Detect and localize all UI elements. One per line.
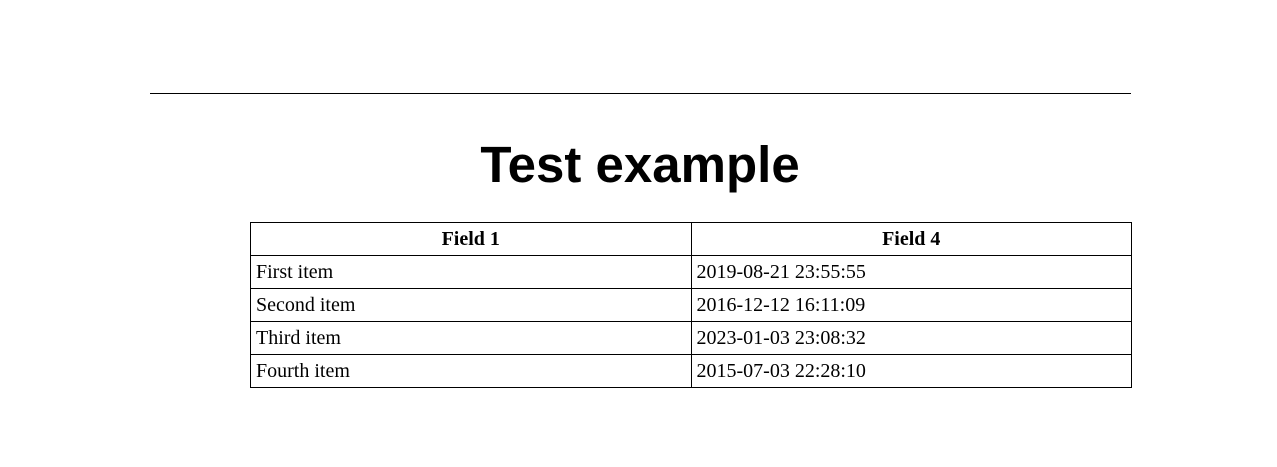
table-cell-field-1: Fourth item [250, 354, 692, 388]
table-cell-field-1: First item [250, 255, 692, 289]
table-cell-field-4: 2023-01-03 23:08:32 [690, 321, 1132, 355]
table-cell-field-4: 2015-07-03 22:28:10 [690, 354, 1132, 388]
table-header-row: Field 1 Field 4 [250, 222, 1132, 256]
page: Test example Field 1 Field 4 First item … [0, 0, 1277, 467]
page-title: Test example [480, 136, 800, 193]
column-header-field-1: Field 1 [250, 222, 692, 256]
table-cell-field-4: 2016-12-12 16:11:09 [690, 288, 1132, 322]
table-cell-field-1: Second item [250, 288, 692, 322]
data-table: Field 1 Field 4 First item 2019-08-21 23… [250, 222, 1132, 388]
table-cell-field-4: 2019-08-21 23:55:55 [690, 255, 1132, 289]
table-row: Fourth item 2015-07-03 22:28:10 [250, 354, 1132, 388]
table-row: Second item 2016-12-12 16:11:09 [250, 288, 1132, 322]
table-row: Third item 2023-01-03 23:08:32 [250, 321, 1132, 355]
table-cell-field-1: Third item [250, 321, 692, 355]
horizontal-rule [150, 93, 1131, 94]
column-header-field-4: Field 4 [690, 222, 1132, 256]
table-row: First item 2019-08-21 23:55:55 [250, 255, 1132, 289]
